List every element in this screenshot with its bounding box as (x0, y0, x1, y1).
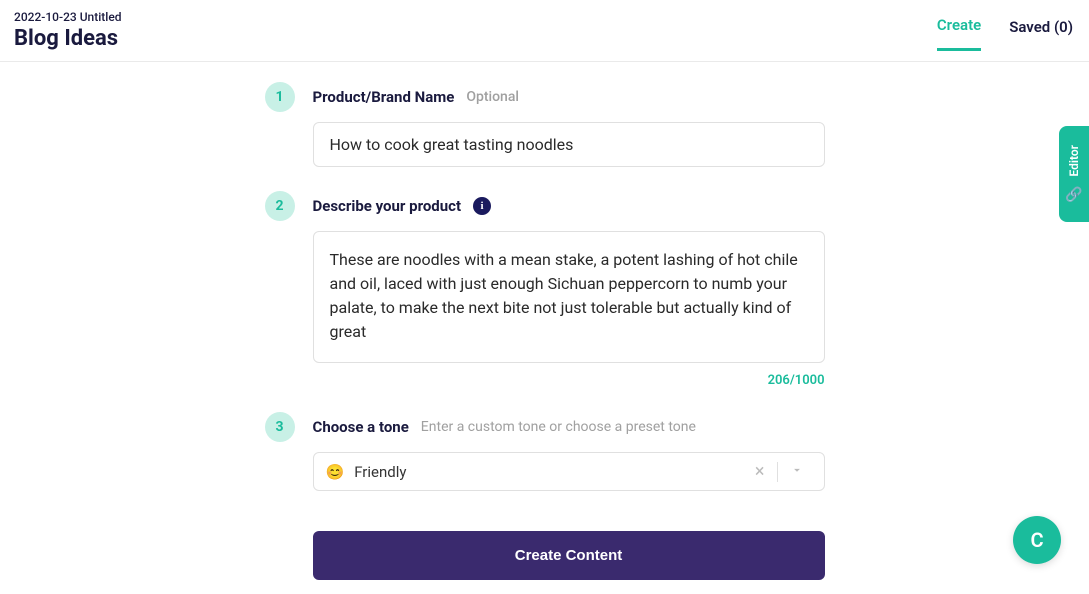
tab-create[interactable]: Create (937, 16, 981, 51)
clear-icon[interactable]: × (743, 461, 777, 482)
optional-label: Optional (466, 89, 519, 105)
step-2-header: Describe your product i (313, 191, 492, 221)
step-2-field: 206/1000 (313, 231, 825, 388)
link-icon: 🔗 (1065, 187, 1082, 203)
header-tabs: Create Saved (0) (937, 10, 1073, 51)
step-1-label: Product/Brand Name (313, 88, 455, 106)
step-number-1: 1 (265, 82, 295, 112)
page-header: 2022-10-23 Untitled Blog Ideas Create Sa… (0, 0, 1089, 62)
character-counter: 206/1000 (313, 373, 825, 388)
step-3: 3 Choose a tone Enter a custom tone or c… (265, 412, 825, 442)
editor-tab-label: Editor (1067, 145, 1081, 177)
tab-saved[interactable]: Saved (0) (1009, 18, 1073, 50)
step-3-header: Choose a tone Enter a custom tone or cho… (313, 412, 696, 442)
step-3-field: 😊 Friendly × Create Content (313, 452, 825, 580)
info-icon[interactable]: i (473, 197, 491, 215)
help-fab-button[interactable]: C (1013, 516, 1061, 564)
step-3-label: Choose a tone (313, 418, 409, 436)
page-title: Blog Ideas (14, 26, 122, 51)
tone-value: Friendly (354, 463, 743, 481)
tone-hint: Enter a custom tone or choose a preset t… (421, 419, 696, 435)
create-content-button[interactable]: Create Content (313, 531, 825, 580)
document-date: 2022-10-23 Untitled (14, 10, 122, 24)
step-1-header: Product/Brand Name Optional (313, 82, 519, 112)
step-1: 1 Product/Brand Name Optional (265, 82, 825, 112)
product-name-input[interactable] (313, 122, 825, 167)
header-left: 2022-10-23 Untitled Blog Ideas (14, 10, 122, 51)
step-number-2: 2 (265, 191, 295, 221)
step-2: 2 Describe your product i (265, 191, 825, 221)
step-number-3: 3 (265, 412, 295, 442)
editor-side-tab[interactable]: Editor 🔗 (1059, 126, 1089, 222)
tone-select[interactable]: 😊 Friendly × (313, 452, 825, 491)
step-1-field (313, 122, 825, 167)
step-2-label: Describe your product (313, 197, 462, 215)
tone-emoji-icon: 😊 (326, 463, 345, 481)
form-content: 1 Product/Brand Name Optional 2 Describe… (265, 82, 825, 580)
product-description-input[interactable] (313, 231, 825, 363)
chevron-down-icon[interactable] (778, 462, 812, 481)
